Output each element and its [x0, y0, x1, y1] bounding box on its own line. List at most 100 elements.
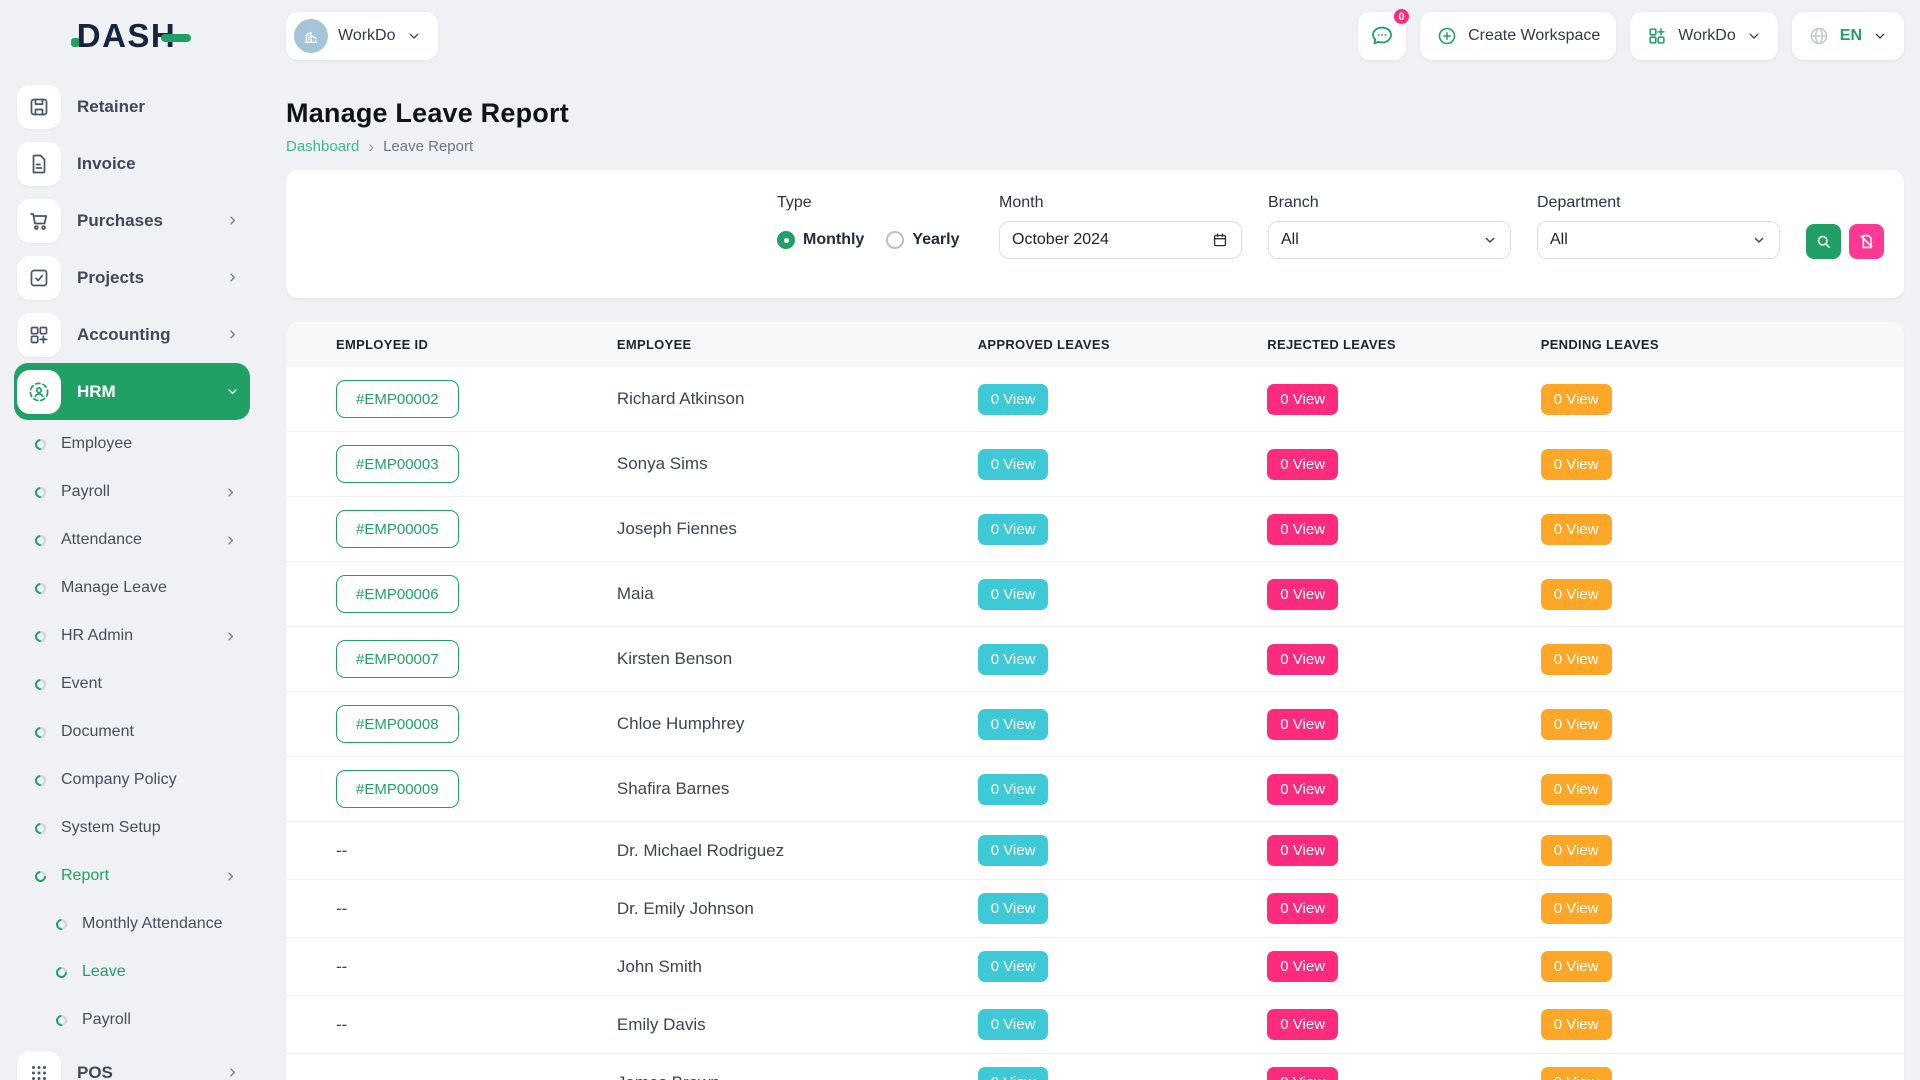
- approved-leaves-view-badge[interactable]: 0 View: [978, 1009, 1049, 1040]
- pending-leaves-view-badge[interactable]: 0 View: [1541, 951, 1612, 982]
- sidebar-item-monthly-attendance[interactable]: Monthly Attendance: [14, 900, 250, 948]
- app-selector[interactable]: WorkDo: [1630, 12, 1778, 60]
- sidebar-item-label: Payroll: [61, 483, 110, 501]
- rejected-leaves-view-badge[interactable]: 0 View: [1267, 951, 1338, 982]
- pending-leaves-view-badge[interactable]: 0 View: [1541, 893, 1612, 924]
- pending-leaves-view-badge[interactable]: 0 View: [1541, 835, 1612, 866]
- pending-leaves-view-badge[interactable]: 0 View: [1541, 579, 1612, 610]
- approved-leaves-view-badge[interactable]: 0 View: [978, 774, 1049, 805]
- radio-monthly[interactable]: Monthly: [777, 231, 864, 249]
- rejected-leaves-view-badge[interactable]: 0 View: [1267, 644, 1338, 675]
- chevron-down-icon: [1746, 28, 1762, 44]
- rejected-leaves-view-badge[interactable]: 0 View: [1267, 579, 1338, 610]
- month-input[interactable]: October 2024: [999, 221, 1242, 259]
- sidebar-item-attendance[interactable]: Attendance: [14, 516, 250, 564]
- language-selector[interactable]: EN: [1792, 12, 1904, 60]
- rejected-leaves-view-badge[interactable]: 0 View: [1267, 1067, 1338, 1080]
- sidebar-item-system-setup[interactable]: System Setup: [14, 804, 250, 852]
- rejected-leaves-view-badge[interactable]: 0 View: [1267, 449, 1338, 480]
- user-focus-icon: [17, 370, 61, 414]
- workspace-selector[interactable]: WorkDo: [286, 12, 438, 60]
- pending-leaves-view-badge[interactable]: 0 View: [1541, 774, 1612, 805]
- rejected-leaves-view-badge[interactable]: 0 View: [1267, 774, 1338, 805]
- search-button[interactable]: [1806, 224, 1841, 259]
- sidebar-item-report[interactable]: Report: [14, 852, 250, 900]
- breadcrumb-dashboard-link[interactable]: Dashboard: [286, 138, 359, 155]
- employee-id-button[interactable]: #EMP00009: [336, 770, 459, 808]
- sidebar-item-payroll[interactable]: Payroll: [14, 996, 250, 1044]
- employee-id-button[interactable]: #EMP00005: [336, 510, 459, 548]
- pending-leaves-view-badge[interactable]: 0 View: [1541, 384, 1612, 415]
- pending-leaves-view-badge[interactable]: 0 View: [1541, 449, 1612, 480]
- messages-count-badge: 0: [1392, 7, 1411, 26]
- table-row: #EMP00007Kirsten Benson0 View0 View0 Vie…: [286, 627, 1904, 692]
- employee-name: James Brown: [617, 1073, 720, 1080]
- branch-select[interactable]: All: [1268, 221, 1511, 259]
- sidebar-item-document[interactable]: Document: [14, 708, 250, 756]
- sidebar-item-label: Attendance: [61, 531, 142, 549]
- sidebar-item-hrm[interactable]: HRM: [14, 363, 250, 420]
- chevron-down-icon: [1751, 232, 1767, 248]
- employee-id-empty: --: [336, 899, 347, 918]
- rejected-leaves-view-badge[interactable]: 0 View: [1267, 1009, 1338, 1040]
- sidebar-item-hr-admin[interactable]: HR Admin: [14, 612, 250, 660]
- rejected-leaves-view-badge[interactable]: 0 View: [1267, 893, 1338, 924]
- approved-leaves-view-badge[interactable]: 0 View: [978, 893, 1049, 924]
- month-filter: Month October 2024: [999, 194, 1242, 259]
- create-workspace-button[interactable]: Create Workspace: [1420, 12, 1616, 60]
- employee-id-button[interactable]: #EMP00003: [336, 445, 459, 483]
- employee-id-button[interactable]: #EMP00008: [336, 705, 459, 743]
- sidebar-item-accounting[interactable]: Accounting: [14, 306, 250, 363]
- approved-leaves-view-badge[interactable]: 0 View: [978, 835, 1049, 866]
- table-row: --Emily Davis0 View0 View0 View: [286, 996, 1904, 1054]
- sidebar-item-event[interactable]: Event: [14, 660, 250, 708]
- sidebar-item-retainer[interactable]: Retainer: [14, 78, 250, 135]
- department-value: All: [1550, 231, 1568, 249]
- pending-leaves-view-badge[interactable]: 0 View: [1541, 1009, 1612, 1040]
- sidebar-item-pos[interactable]: POS: [14, 1044, 250, 1080]
- radio-yearly[interactable]: Yearly: [886, 231, 959, 249]
- table-row: --John Smith0 View0 View0 View: [286, 938, 1904, 996]
- pending-leaves-view-badge[interactable]: 0 View: [1541, 709, 1612, 740]
- rejected-leaves-view-badge[interactable]: 0 View: [1267, 384, 1338, 415]
- pending-leaves-view-badge[interactable]: 0 View: [1541, 514, 1612, 545]
- rejected-leaves-view-badge[interactable]: 0 View: [1267, 835, 1338, 866]
- sidebar-item-manage-leave[interactable]: Manage Leave: [14, 564, 250, 612]
- sidebar-item-invoice[interactable]: Invoice: [14, 135, 250, 192]
- pending-leaves-view-badge[interactable]: 0 View: [1541, 644, 1612, 675]
- approved-leaves-view-badge[interactable]: 0 View: [978, 579, 1049, 610]
- sidebar-item-payroll[interactable]: Payroll: [14, 468, 250, 516]
- sidebar-item-projects[interactable]: Projects: [14, 249, 250, 306]
- messages-button[interactable]: 0: [1358, 12, 1406, 60]
- sidebar-item-label: System Setup: [61, 819, 161, 837]
- approved-leaves-view-badge[interactable]: 0 View: [978, 514, 1049, 545]
- brand-logo[interactable]: DASH: [71, 17, 192, 55]
- month-value: October 2024: [1012, 231, 1109, 249]
- approved-leaves-view-badge[interactable]: 0 View: [978, 384, 1049, 415]
- sidebar-item-purchases[interactable]: Purchases: [14, 192, 250, 249]
- approved-leaves-view-badge[interactable]: 0 View: [978, 1067, 1049, 1080]
- employee-id-button[interactable]: #EMP00002: [336, 380, 459, 418]
- table-row: -- James Brown 0 View 0 View 0 View: [286, 1054, 1904, 1080]
- breadcrumb-separator: ›: [368, 138, 374, 155]
- approved-leaves-view-badge[interactable]: 0 View: [978, 449, 1049, 480]
- approved-leaves-view-badge[interactable]: 0 View: [978, 951, 1049, 982]
- pending-leaves-view-badge[interactable]: 0 View: [1541, 1067, 1612, 1080]
- sidebar-item-employee[interactable]: Employee: [14, 420, 250, 468]
- chevron-down-icon: [1482, 232, 1498, 248]
- sidebar-item-leave[interactable]: Leave: [14, 948, 250, 996]
- rejected-leaves-view-badge[interactable]: 0 View: [1267, 709, 1338, 740]
- bullet-icon: [54, 916, 69, 931]
- employee-id-button[interactable]: #EMP00007: [336, 640, 459, 678]
- employee-id-button[interactable]: #EMP00006: [336, 575, 459, 613]
- employee-id-empty: --: [336, 1073, 347, 1080]
- approved-leaves-view-badge[interactable]: 0 View: [978, 709, 1049, 740]
- logo-box: DASH: [0, 17, 262, 55]
- approved-leaves-view-badge[interactable]: 0 View: [978, 644, 1049, 675]
- department-select[interactable]: All: [1537, 221, 1780, 259]
- sidebar-item-company-policy[interactable]: Company Policy: [14, 756, 250, 804]
- leave-table-body: #EMP00002Richard Atkinson0 View0 View0 V…: [286, 367, 1904, 1080]
- main-content: Manage Leave Report Dashboard › Leave Re…: [262, 98, 1920, 1080]
- reset-button[interactable]: [1849, 224, 1884, 259]
- rejected-leaves-view-badge[interactable]: 0 View: [1267, 514, 1338, 545]
